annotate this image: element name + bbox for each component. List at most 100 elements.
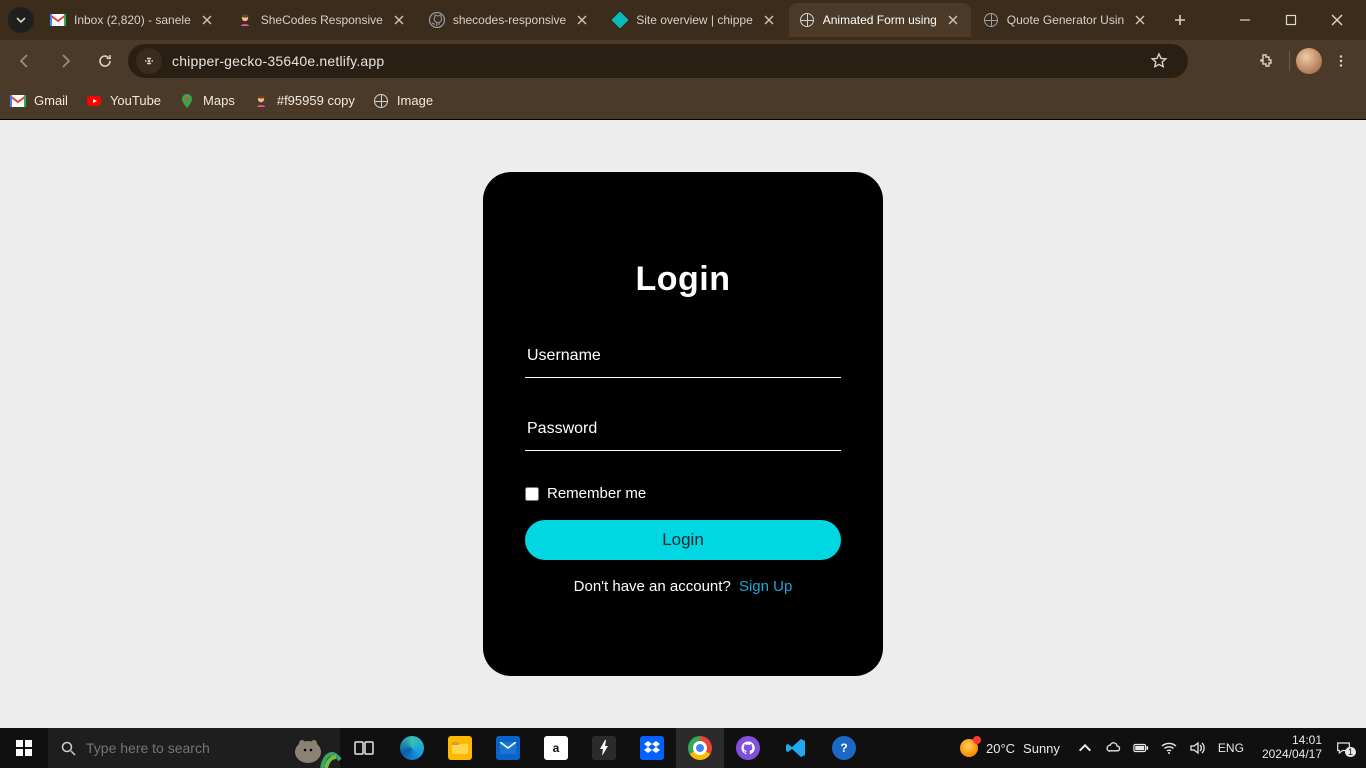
bookmark-youtube[interactable]: YouTube	[86, 93, 161, 109]
taskbar-app-help[interactable]: ?	[820, 728, 868, 768]
profile-avatar-button[interactable]	[1296, 48, 1322, 74]
tab-quote-generator[interactable]: Quote Generator Usin	[973, 3, 1158, 37]
forward-button[interactable]	[48, 44, 82, 78]
gmail-icon	[10, 93, 26, 109]
window-controls	[1222, 0, 1360, 40]
taskbar-app-mail[interactable]	[484, 728, 532, 768]
address-bar[interactable]: chipper-gecko-35640e.netlify.app	[128, 44, 1188, 78]
tray-volume-icon[interactable]	[1186, 737, 1208, 759]
remember-me-checkbox[interactable]	[525, 487, 539, 501]
shecodes-icon	[237, 12, 253, 28]
tab-netlify[interactable]: Site overview | chippe	[602, 3, 787, 37]
taskbar-weather[interactable]: 20°C Sunny	[952, 739, 1068, 757]
bookmark-gmail[interactable]: Gmail	[10, 93, 68, 109]
bookmark-label: Image	[397, 93, 433, 108]
windows-logo-icon	[16, 740, 32, 756]
gmail-icon	[50, 12, 66, 28]
back-button[interactable]	[8, 44, 42, 78]
site-info-button[interactable]	[136, 48, 162, 74]
minimize-button[interactable]	[1222, 0, 1268, 40]
youtube-icon	[86, 93, 102, 109]
close-window-button[interactable]	[1314, 0, 1360, 40]
tab-title: Site overview | chippe	[636, 13, 753, 27]
bookmark-label: #f95959 copy	[277, 93, 355, 108]
tab-close-button[interactable]	[574, 12, 590, 28]
page-viewport: Login Username Password Remember me Logi…	[0, 120, 1366, 728]
reload-button[interactable]	[88, 44, 122, 78]
browser-toolbar: chipper-gecko-35640e.netlify.app	[0, 40, 1366, 82]
toolbar-right	[1249, 44, 1358, 78]
taskbar-app-dropbox[interactable]	[628, 728, 676, 768]
tab-close-button[interactable]	[1132, 12, 1148, 28]
taskbar-search[interactable]	[48, 728, 340, 768]
tab-inbox[interactable]: Inbox (2,820) - sanele	[40, 3, 225, 37]
github-icon	[429, 12, 445, 28]
signup-link[interactable]: Sign Up	[739, 578, 792, 595]
taskbar-app-edge[interactable]	[388, 728, 436, 768]
username-input[interactable]	[525, 339, 841, 378]
tab-close-button[interactable]	[199, 12, 215, 28]
task-view-button[interactable]	[340, 728, 388, 768]
bookmark-color-copy[interactable]: #f95959 copy	[253, 93, 355, 109]
signup-prompt: Don't have an account?	[574, 578, 731, 595]
globe-icon	[799, 12, 815, 28]
tray-language[interactable]: ENG	[1214, 741, 1248, 755]
username-field-wrapper: Username	[525, 339, 841, 378]
taskbar-app-github-desktop[interactable]	[724, 728, 772, 768]
bookmark-label: Maps	[203, 93, 235, 108]
taskbar-app-vscode[interactable]	[772, 728, 820, 768]
browser-chrome: Inbox (2,820) - sanele SheCodes Responsi…	[0, 0, 1366, 120]
login-heading: Login	[525, 260, 841, 299]
bookmark-label: Gmail	[34, 93, 68, 108]
tab-github-repo[interactable]: shecodes-responsive	[419, 3, 600, 37]
taskbar-app-file-explorer[interactable]	[436, 728, 484, 768]
bookmarks-bar: Gmail YouTube Maps #f95959 copy Image	[0, 82, 1366, 120]
taskbar-app-flash[interactable]	[580, 728, 628, 768]
tab-title: Animated Form using	[823, 13, 937, 27]
tab-close-button[interactable]	[391, 12, 407, 28]
taskbar-app-chrome[interactable]	[676, 728, 724, 768]
bookmark-label: YouTube	[110, 93, 161, 108]
weather-sun-icon	[960, 739, 978, 757]
remember-me-row[interactable]: Remember me	[525, 485, 841, 502]
notification-badge: 1	[1345, 747, 1356, 757]
bookmark-image[interactable]: Image	[373, 93, 433, 109]
maximize-button[interactable]	[1268, 0, 1314, 40]
start-button[interactable]	[0, 728, 48, 768]
tab-close-button[interactable]	[761, 12, 777, 28]
bookmark-star-button[interactable]	[1144, 46, 1174, 76]
login-button[interactable]: Login	[525, 520, 841, 560]
remember-me-label: Remember me	[547, 485, 646, 502]
tabs-dropdown-button[interactable]	[8, 7, 34, 33]
globe-icon	[983, 12, 999, 28]
toolbar-divider	[1289, 51, 1290, 71]
taskbar-pinned-apps: a ?	[340, 728, 868, 768]
password-input[interactable]	[525, 412, 841, 451]
tray-wifi-icon[interactable]	[1158, 737, 1180, 759]
tray-date: 2024/04/17	[1262, 748, 1322, 762]
tray-battery-icon[interactable]	[1130, 737, 1152, 759]
tab-title: shecodes-responsive	[453, 13, 566, 27]
login-card: Login Username Password Remember me Logi…	[483, 172, 883, 676]
signup-row: Don't have an account? Sign Up	[525, 578, 841, 595]
tab-title: SheCodes Responsive	[261, 13, 383, 27]
password-field-wrapper: Password	[525, 412, 841, 451]
tab-close-button[interactable]	[945, 12, 961, 28]
tab-animated-form[interactable]: Animated Form using	[789, 3, 971, 37]
tray-clock[interactable]: 14:01 2024/04/17	[1254, 734, 1330, 762]
taskbar-search-input[interactable]	[86, 740, 286, 756]
weather-temperature: 20°C	[986, 741, 1015, 756]
tab-shecodes[interactable]: SheCodes Responsive	[227, 3, 417, 37]
extensions-button[interactable]	[1249, 44, 1283, 78]
search-icon	[60, 740, 76, 756]
new-tab-button[interactable]	[1166, 6, 1194, 34]
bookmark-maps[interactable]: Maps	[179, 93, 235, 109]
windows-taskbar: a ? 20°C Sunny ENG 14:01 2024/04/17 1	[0, 728, 1366, 768]
tray-onedrive-icon[interactable]	[1102, 737, 1124, 759]
chrome-menu-button[interactable]	[1324, 44, 1358, 78]
tray-chevron-button[interactable]	[1074, 737, 1096, 759]
tab-strip: Inbox (2,820) - sanele SheCodes Responsi…	[0, 0, 1366, 40]
netlify-icon	[612, 12, 628, 28]
taskbar-app-amazon[interactable]: a	[532, 728, 580, 768]
action-center-button[interactable]: 1	[1336, 735, 1362, 761]
